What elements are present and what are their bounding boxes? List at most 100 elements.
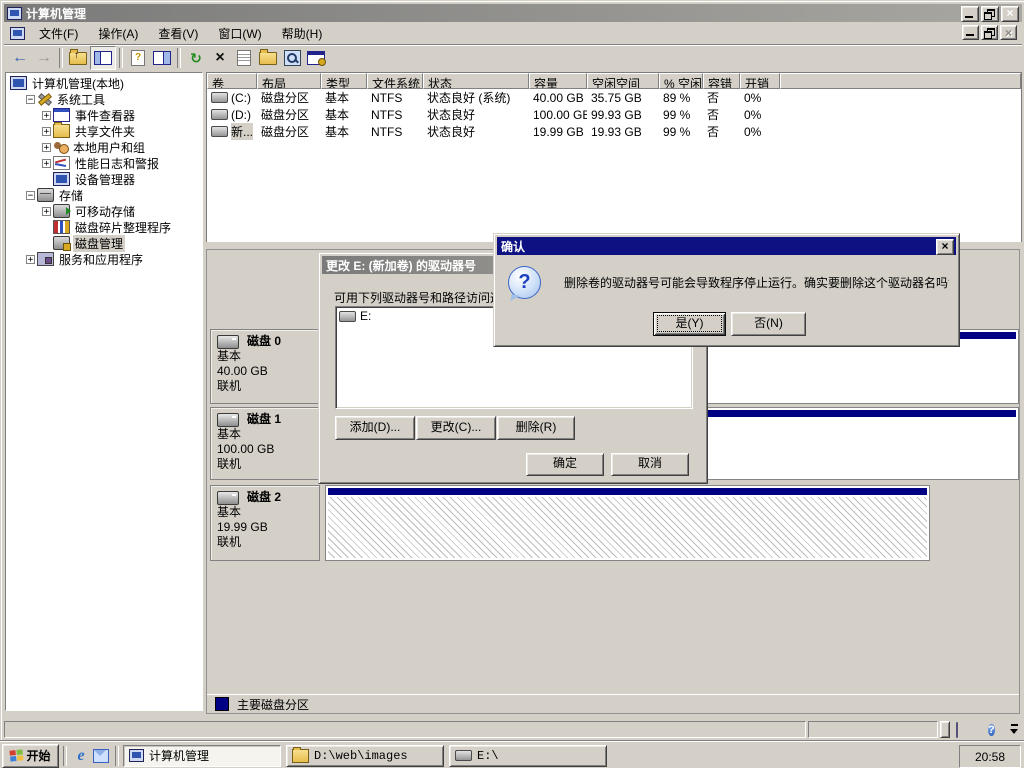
sidebar-item-devmgr[interactable]: 设备管理器 <box>6 171 202 187</box>
ok-button[interactable]: 确定 <box>526 453 604 476</box>
taskbar-task[interactable]: E:\ <box>449 745 607 767</box>
search-button[interactable] <box>280 47 304 69</box>
menu-item[interactable]: 操作(A) <box>88 23 148 44</box>
show-hide-tree-button[interactable] <box>90 46 116 70</box>
column-header[interactable]: 状态 <box>423 73 529 89</box>
event-icon <box>53 108 70 122</box>
manage-computer-button[interactable] <box>304 47 328 69</box>
partition-box[interactable] <box>325 485 930 561</box>
expander-icon[interactable]: + <box>42 143 51 152</box>
column-header[interactable]: 类型 <box>321 73 367 89</box>
cell-status: 状态良好 (系统) <box>423 89 529 106</box>
child-close-button[interactable] <box>1000 25 1017 40</box>
show-pane-button[interactable] <box>150 47 174 69</box>
minimize-button[interactable] <box>961 6 979 22</box>
expander-icon[interactable]: + <box>42 127 51 136</box>
sidebar-item-storage[interactable]: −存储 <box>6 187 202 203</box>
help-icon[interactable]: ? <box>988 722 995 739</box>
column-header[interactable]: 空闲空间 <box>587 73 659 89</box>
table-row[interactable]: 新...磁盘分区基本NTFS状态良好19.99 GB19.93 GB99 %否0… <box>207 123 1021 140</box>
cell-free: 99.93 GB <box>587 108 659 122</box>
taskbar: 开始 e 计算机管理D:\web\imagesE:\ 20:58 <box>0 741 1024 768</box>
forward-button[interactable] <box>32 47 56 69</box>
internet-explorer-icon[interactable]: e <box>71 746 91 766</box>
delete-button[interactable] <box>208 47 232 69</box>
sidebar-item-computer[interactable]: 计算机管理(本地) <box>6 75 202 91</box>
sidebar-item-users[interactable]: +本地用户和组 <box>6 139 202 155</box>
column-header[interactable]: 卷 <box>207 73 257 89</box>
disk-info-box[interactable]: 磁盘 1基本100.00 GB联机 <box>210 407 320 480</box>
restore-button[interactable] <box>981 6 999 22</box>
cell-fs: NTFS <box>367 91 423 105</box>
status-panel-1 <box>4 721 806 738</box>
clock: 20:58 <box>975 750 1005 764</box>
child-minimize-button[interactable] <box>962 25 979 40</box>
table-row[interactable]: (C:)磁盘分区基本NTFS状态良好 (系统)40.00 GB35.75 GB8… <box>207 89 1021 106</box>
sidebar-item-diskmgmt[interactable]: 磁盘管理 <box>6 235 202 251</box>
status-panel-2 <box>808 721 938 738</box>
taskbar-task[interactable]: 计算机管理 <box>123 745 281 767</box>
disk-name: 磁盘 0 <box>247 334 281 349</box>
expander-icon[interactable]: + <box>42 159 51 168</box>
refresh-button[interactable] <box>184 47 208 69</box>
properties-button[interactable] <box>232 47 256 69</box>
expander-icon[interactable]: − <box>26 95 35 104</box>
expander-icon[interactable]: + <box>42 111 51 120</box>
keyboard-icon[interactable] <box>956 723 958 740</box>
disk-icon <box>217 491 239 505</box>
sidebar-item-folder-shared[interactable]: +共享文件夹 <box>6 123 202 139</box>
outlook-express-icon[interactable] <box>91 746 111 766</box>
menu-item[interactable]: 查看(V) <box>148 23 208 44</box>
open-folder-button[interactable] <box>256 47 280 69</box>
start-button[interactable]: 开始 <box>2 744 59 768</box>
close-button[interactable] <box>1001 6 1019 22</box>
expander-icon[interactable]: − <box>26 191 35 200</box>
expander-icon[interactable]: + <box>42 207 51 216</box>
sidebar-item-services[interactable]: +服务和应用程序 <box>6 251 202 267</box>
cell-layout: 磁盘分区 <box>257 106 321 123</box>
disk-info-box[interactable]: 磁盘 2基本19.99 GB联机 <box>210 485 320 561</box>
column-header[interactable]: 容量 <box>529 73 587 89</box>
remove-button[interactable]: 删除(R) <box>497 416 575 440</box>
volume-list-header: 卷布局类型文件系统状态容量空闲空间% 空闲容错开销 <box>207 73 1021 89</box>
confirm-dialog-titlebar[interactable]: 确认 <box>497 237 956 255</box>
disk-type: 基本 <box>217 505 319 520</box>
disk-status: 联机 <box>217 535 319 550</box>
yes-button[interactable]: 是(Y) <box>653 312 726 336</box>
sidebar-item-event[interactable]: +事件查看器 <box>6 107 202 123</box>
no-button[interactable]: 否(N) <box>731 312 806 336</box>
help-doc-button[interactable] <box>126 47 150 69</box>
cancel-button[interactable]: 取消 <box>611 453 689 476</box>
menu-item[interactable]: 帮助(H) <box>272 23 333 44</box>
window-titlebar[interactable]: 计算机管理 <box>4 4 1022 22</box>
add-button[interactable]: 添加(D)... <box>335 416 415 440</box>
sidebar-item-perf[interactable]: +性能日志和警报 <box>6 155 202 171</box>
removable-icon <box>53 204 70 218</box>
back-button[interactable] <box>8 47 32 69</box>
sidebar-item-removable[interactable]: +可移动存储 <box>6 203 202 219</box>
legend-label: 主要磁盘分区 <box>237 696 309 713</box>
menu-item[interactable]: 窗口(W) <box>208 23 271 44</box>
child-restore-button[interactable] <box>981 25 998 40</box>
expander-icon[interactable]: + <box>26 255 35 264</box>
column-header[interactable]: 开销 <box>740 73 780 89</box>
refresh-icon <box>190 50 202 67</box>
taskbar-task[interactable]: D:\web\images <box>286 745 444 767</box>
column-header[interactable]: % 空闲 <box>659 73 703 89</box>
cell-pct_free: 99 % <box>659 125 703 139</box>
computer-icon <box>129 749 144 762</box>
sidebar-item-tools[interactable]: −系统工具 <box>6 91 202 107</box>
sidebar-item-defrag[interactable]: 磁盘碎片整理程序 <box>6 219 202 235</box>
folder-icon <box>292 749 309 763</box>
up-folder-button[interactable] <box>66 47 90 69</box>
menu-item[interactable]: 文件(F) <box>29 23 88 44</box>
disk-name: 磁盘 2 <box>247 490 281 505</box>
column-header[interactable]: 布局 <box>257 73 321 89</box>
confirm-close-icon[interactable] <box>936 239 954 255</box>
change-button[interactable]: 更改(C)... <box>416 416 496 440</box>
column-header[interactable]: 容错 <box>703 73 740 89</box>
disk-info-box[interactable]: 磁盘 0基本40.00 GB联机 <box>210 329 320 404</box>
table-row[interactable]: (D:)磁盘分区基本NTFS状态良好100.00 GB99.93 GB99 %否… <box>207 106 1021 123</box>
disk-type: 基本 <box>217 427 319 442</box>
column-header[interactable]: 文件系统 <box>367 73 423 89</box>
